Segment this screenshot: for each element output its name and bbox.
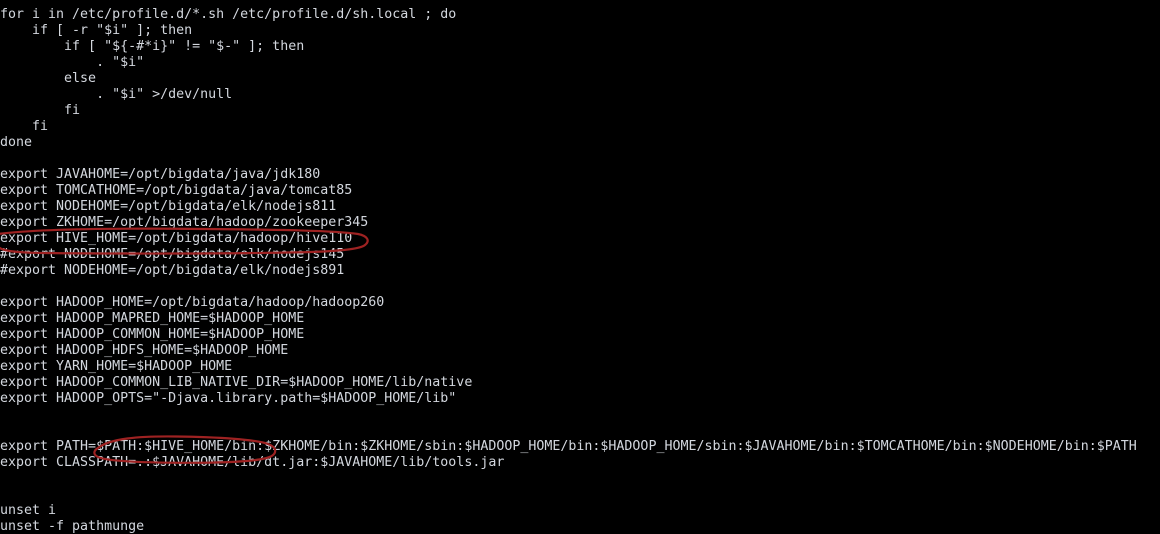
terminal-line: export JAVAHOME=/opt/bigdata/java/jdk180 [0,167,321,182]
terminal-line: export HADOOP_OPTS="-Djava.library.path=… [0,391,457,406]
terminal-line: export HADOOP_HOME=/opt/bigdata/hadoop/h… [0,295,385,310]
terminal-line: fi [0,103,81,118]
shell-profile-text: for i in /etc/profile.d/*.sh /etc/profil… [0,7,1160,534]
terminal-line: fi [0,119,49,134]
terminal-line: #export NODEHOME=/opt/bigdata/elk/nodejs… [0,247,345,262]
terminal-line: export YARN_HOME=$HADOOP_HOME [0,359,233,374]
terminal-line: export HADOOP_HDFS_HOME=$HADOOP_HOME [0,343,289,358]
terminal-line: export HADOOP_MAPRED_HOME=$HADOOP_HOME [0,311,305,326]
terminal-line: export TOMCATHOME=/opt/bigdata/java/tomc… [0,183,353,198]
terminal-line: export ZKHOME=/opt/bigdata/hadoop/zookee… [0,215,369,230]
terminal-line: export HADOOP_COMMON_HOME=$HADOOP_HOME [0,327,305,342]
terminal-line: #export NODEHOME=/opt/bigdata/elk/nodejs… [0,263,345,278]
terminal-line: export PATH=$PATH:$HIVE_HOME/bin:$ZKHOME… [0,439,1137,454]
terminal-line: for i in /etc/profile.d/*.sh /etc/profil… [0,7,457,22]
terminal-line: . "$i" [0,55,145,70]
terminal-line: else [0,71,97,86]
terminal-line: export HADOOP_COMMON_LIB_NATIVE_DIR=$HAD… [0,375,473,390]
terminal-line: done [0,135,33,150]
terminal-line: if [ "${-#*i}" != "$-" ]; then [0,39,305,54]
terminal-line: unset -f pathmunge [0,519,145,534]
terminal-line: export HIVE_HOME=/opt/bigdata/hadoop/hiv… [0,231,353,246]
terminal-line: export NODEHOME=/opt/bigdata/elk/nodejs8… [0,199,337,214]
terminal-line: export CLASSPATH=.:$JAVAHOME/lib/dt.jar:… [0,455,505,470]
terminal-window: for i in /etc/profile.d/*.sh /etc/profil… [0,0,1160,534]
terminal-line: if [ -r "$i" ]; then [0,23,193,38]
terminal-line: . "$i" >/dev/null [0,87,233,102]
terminal-line: unset i [0,503,57,518]
